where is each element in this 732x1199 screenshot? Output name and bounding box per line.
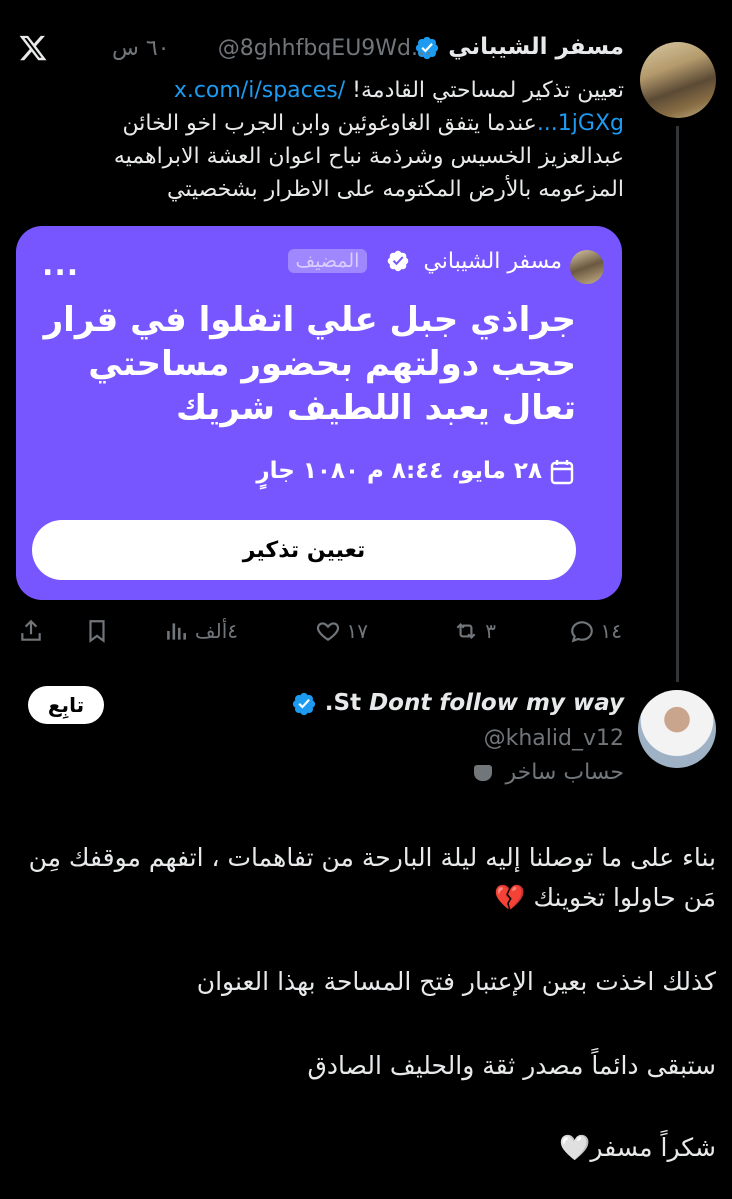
space-host-row: مسفر الشيباني المضيف	[287, 248, 562, 274]
reply-count: ١٤	[600, 619, 622, 643]
tweet-text-paragraph-1: بناء على ما توصلنا إليه ليلة البارحة من …	[28, 843, 716, 912]
tweet-text-paragraph-4: شكراً مسفر🤍	[559, 1133, 716, 1162]
space-schedule: ٢٨ مايو، ٨:٤٤ م ١٠٨٠ جارٍ	[256, 458, 574, 485]
share-button[interactable]	[18, 618, 44, 644]
repost-count: ٣	[485, 619, 496, 643]
author-name[interactable]: مسفر الشيباني	[448, 34, 624, 60]
reply-icon	[570, 621, 593, 643]
thread-line	[676, 126, 679, 682]
views-button[interactable]: ٤ألف	[163, 618, 238, 644]
repost-icon	[456, 622, 476, 640]
host-name: مسفر الشيباني	[423, 248, 562, 274]
like-count: ١٧	[346, 619, 368, 643]
host-badge: المضيف	[287, 249, 368, 273]
tweet-text-paragraph-3: ستبقى دائماً مصدر ثقة والحليف الصادق	[307, 1051, 717, 1080]
like-button[interactable]: ١٧	[315, 618, 368, 644]
calendar-icon	[550, 459, 574, 484]
bookmark-button[interactable]	[84, 618, 110, 644]
mask-icon	[474, 765, 493, 781]
x-logo-icon	[19, 35, 47, 61]
host-verified-icon	[388, 250, 409, 272]
tweet-text-paragraph-2: كذلك اخذت بعين الإعتبار فتح المساحة بهذا…	[196, 967, 716, 996]
author-avatar[interactable]	[640, 42, 716, 118]
author-name-prefix: .St	[324, 690, 362, 716]
set-reminder-button[interactable]: تعيين تذكير	[32, 520, 576, 580]
reply-button[interactable]: ١٤	[569, 618, 622, 644]
parody-label-text: حساب ساخر	[505, 760, 624, 785]
tweet-link-continuation[interactable]: 1jGXg...	[537, 111, 624, 136]
space-title: جراذي جبل علي اتفلوا في قرار حجب دولتهم …	[43, 300, 576, 428]
space-date: ٢٨ مايو، ٨:٤٤ م ١٠٨٠ جارٍ	[256, 458, 542, 484]
author-name: Dont follow my way	[369, 690, 624, 716]
author-handle[interactable]: @8ghhfbqEU9Wd...	[218, 36, 432, 61]
parody-account-label: حساب ساخر	[474, 760, 624, 785]
tweet-author[interactable]: مسفر الشيباني	[414, 34, 624, 61]
more-options-icon[interactable]: ...	[42, 248, 79, 283]
tweet-text-intro: تعيين تذكير لمساحتي القادمة!	[345, 78, 624, 103]
author-avatar[interactable]	[638, 690, 716, 768]
views-count: ٤ألف	[194, 619, 238, 643]
follow-button[interactable]: تابِع	[28, 686, 104, 724]
bookmark-icon	[89, 620, 105, 643]
tweet-timestamp[interactable]: ٦٠ س	[112, 36, 170, 61]
share-icon	[21, 619, 41, 641]
verified-badge-icon	[292, 692, 315, 715]
views-icon	[167, 623, 186, 640]
author-handle[interactable]: @khalid_v12	[484, 726, 624, 751]
tweet-link[interactable]: x.com/i/spaces/	[174, 78, 345, 103]
tweet-author[interactable]: .St Dont follow my way	[291, 690, 624, 717]
space-card[interactable]: مسفر الشيباني المضيف ... جراذي جبل علي ا…	[16, 226, 622, 600]
host-avatar	[570, 250, 604, 284]
repost-button[interactable]: ٣	[453, 618, 496, 644]
tweet-text: تعيين تذكير لمساحتي القادمة! x.com/i/spa…	[84, 74, 624, 206]
heart-icon	[316, 622, 339, 641]
